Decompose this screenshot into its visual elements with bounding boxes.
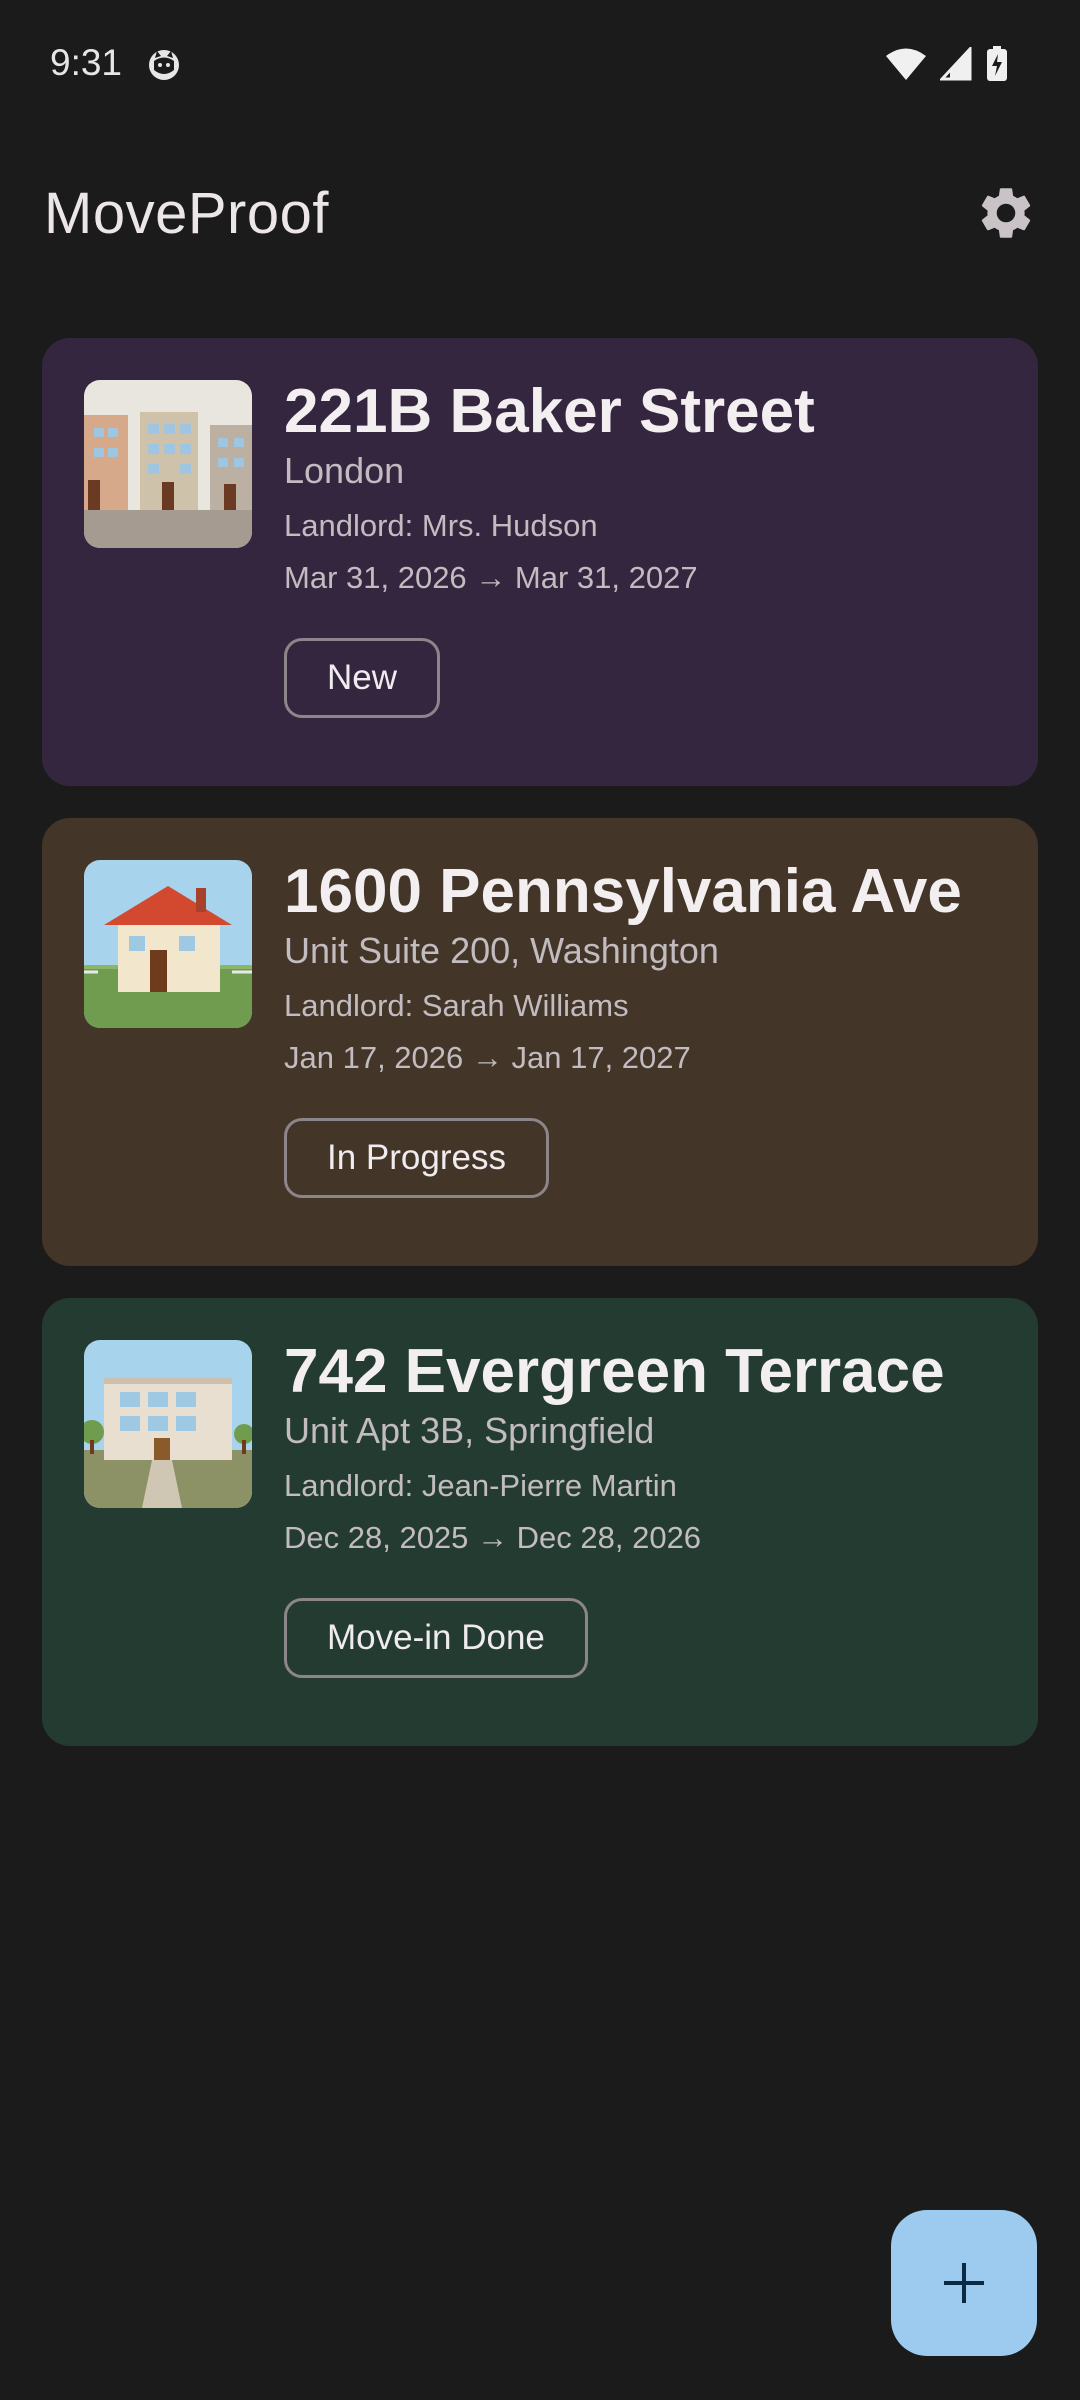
lease-dates: Dec 28, 2025 → Dec 28, 2026 (284, 1520, 702, 1555)
plus-icon (944, 2263, 984, 2303)
property-thumbnail-apartment (84, 1340, 252, 1508)
property-title: 221B Baker Street (284, 377, 815, 446)
property-landlord: Landlord: Mrs. Hudson (284, 508, 598, 543)
wifi-icon (886, 48, 926, 80)
app-bar: MoveProof (0, 160, 1080, 260)
property-card-evergreen-terrace[interactable]: 742 Evergreen Terrace Unit Apt 3B, Sprin… (42, 1298, 1038, 1746)
property-title: 742 Evergreen Terrace (284, 1337, 945, 1406)
property-location: Unit Apt 3B, Springfield (284, 1410, 655, 1451)
property-landlord: Landlord: Jean-Pierre Martin (284, 1468, 677, 1503)
lease-dates: Mar 31, 2026 → Mar 31, 2027 (284, 560, 698, 595)
lease-dates: Jan 17, 2026 → Jan 17, 2027 (284, 1040, 691, 1075)
status-time: 9:31 (50, 42, 123, 83)
status-chip-move-in-done[interactable]: Move-in Done (284, 1598, 588, 1678)
property-landlord: Landlord: Sarah Williams (284, 988, 629, 1023)
gear-icon (981, 188, 1031, 238)
status-bar: 9:31 (0, 0, 1080, 128)
property-title: 1600 Pennsylvania Ave (284, 857, 962, 926)
property-location: London (284, 450, 405, 491)
property-thumbnail-city (84, 380, 252, 548)
settings-button[interactable] (975, 182, 1037, 244)
property-card-pennsylvania-ave[interactable]: 1600 Pennsylvania Ave Unit Suite 200, Wa… (42, 818, 1038, 1266)
battery-charging-icon (987, 46, 1007, 81)
status-chip-in-progress[interactable]: In Progress (284, 1118, 549, 1198)
cat-notification-icon (149, 50, 179, 80)
add-property-button[interactable] (891, 2210, 1037, 2356)
signal-icon (940, 47, 972, 81)
app-title: MoveProof (44, 181, 329, 246)
property-location: Unit Suite 200, Washington (284, 930, 719, 971)
property-card-baker-street[interactable]: 221B Baker Street London Landlord: Mrs. … (42, 338, 1038, 786)
property-thumbnail-house (84, 860, 252, 1028)
status-chip-new[interactable]: New (284, 638, 441, 718)
